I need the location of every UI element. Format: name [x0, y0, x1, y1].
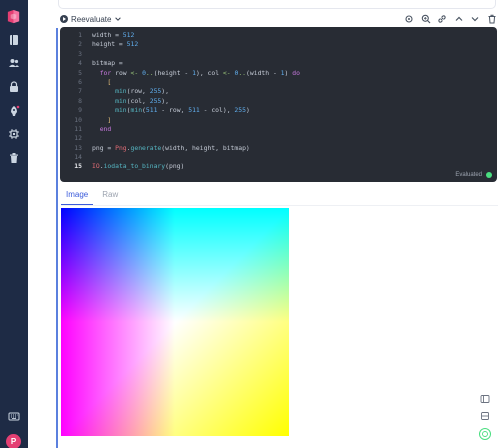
- line-number: 8: [78, 96, 82, 105]
- tabs-divider: [61, 205, 498, 206]
- zoom-icon[interactable]: [418, 13, 435, 25]
- keyboard-shortcuts-icon[interactable]: [479, 410, 491, 422]
- line-number: 9: [78, 106, 82, 115]
- users-icon[interactable]: [8, 57, 20, 69]
- status-dot-icon: [486, 172, 492, 178]
- cell-focus-indicator: [56, 28, 58, 448]
- line-number: 3: [78, 49, 82, 58]
- line-number: 7: [78, 87, 82, 96]
- reevaluate-label: Reevaluate: [71, 14, 112, 24]
- line-number: 10: [74, 115, 82, 124]
- keyboard-icon[interactable]: [8, 410, 20, 422]
- chevron-up-icon[interactable]: [451, 13, 468, 25]
- chevron-down-icon[interactable]: [114, 10, 122, 28]
- cell-actions: [401, 13, 500, 25]
- code-line[interactable]: ​: [92, 134, 300, 143]
- book-icon[interactable]: [8, 34, 20, 46]
- line-number: 12: [74, 134, 82, 143]
- line-number: 4: [78, 59, 82, 68]
- link-icon[interactable]: [434, 13, 451, 25]
- code-line[interactable]: ]: [92, 116, 300, 125]
- notebook-main: Reevaluate 1 2 3 4 5 6 7 8 9 10 11 12 13…: [28, 0, 500, 448]
- line-number: 2: [78, 40, 82, 49]
- chevron-down-icon[interactable]: [467, 13, 484, 25]
- evaluation-status-label: Evaluated: [455, 172, 482, 178]
- evaluation-status: Evaluated: [455, 172, 492, 178]
- code-line[interactable]: min(row, 255),: [92, 87, 300, 96]
- code-line[interactable]: min(col, 255),: [92, 97, 300, 106]
- line-number: 14: [74, 153, 82, 162]
- gear-icon[interactable]: [401, 13, 418, 25]
- code-line[interactable]: [: [92, 78, 300, 87]
- code-line[interactable]: min(min(511 - row, 511 - col), 255): [92, 106, 300, 115]
- avatar[interactable]: P: [6, 434, 21, 448]
- sidebar: P: [0, 0, 28, 448]
- tab-image[interactable]: Image: [61, 188, 94, 205]
- line-number-gutter: 1 2 3 4 5 6 7 8 9 10 11 12 13 14 15: [60, 31, 82, 172]
- reevaluate-button[interactable]: Reevaluate: [60, 12, 122, 26]
- sidebar-panel-icon[interactable]: [479, 393, 491, 405]
- output-tabs: Image Raw: [61, 188, 123, 205]
- play-icon: [60, 15, 68, 23]
- logo-icon[interactable]: [6, 9, 21, 24]
- line-number: 11: [74, 124, 82, 133]
- rocket-icon[interactable]: [8, 105, 20, 117]
- trash-icon[interactable]: [8, 152, 20, 164]
- cpu-icon[interactable]: [8, 128, 20, 140]
- code-lines[interactable]: width = 512height = 512​bitmap = for row…: [92, 31, 300, 172]
- code-line[interactable]: end: [92, 125, 300, 134]
- code-line[interactable]: IO.iodata_to_binary(png): [92, 162, 300, 171]
- line-number: 1: [78, 31, 82, 39]
- code-line[interactable]: bitmap =: [92, 59, 300, 68]
- code-line[interactable]: ​: [92, 50, 300, 59]
- code-line[interactable]: ​: [92, 153, 300, 162]
- tab-raw[interactable]: Raw: [97, 188, 123, 205]
- previous-cell-edge: [58, 0, 496, 9]
- line-number: 13: [74, 143, 82, 152]
- cell-toolbar: Reevaluate: [60, 12, 500, 26]
- line-number: 5: [78, 68, 82, 77]
- status-help-icon[interactable]: [479, 428, 491, 440]
- code-line[interactable]: height = 512: [92, 40, 300, 49]
- line-number: 6: [78, 77, 82, 86]
- code-line[interactable]: width = 512: [92, 31, 300, 40]
- trash-icon[interactable]: [484, 13, 500, 25]
- app-window: P Reevaluate 1 2 3 4 5 6 7 8 9 10 11 12 …: [0, 0, 500, 448]
- line-number: 15: [74, 162, 82, 171]
- lock-icon[interactable]: [8, 81, 20, 93]
- code-line[interactable]: for row <- 0..(height - 1), col <- 0..(w…: [92, 69, 300, 78]
- code-line[interactable]: png = Png.generate(width, height, bitmap…: [92, 144, 300, 153]
- code-editor[interactable]: 1 2 3 4 5 6 7 8 9 10 11 12 13 14 15 widt…: [60, 27, 497, 182]
- output-image: [61, 208, 289, 436]
